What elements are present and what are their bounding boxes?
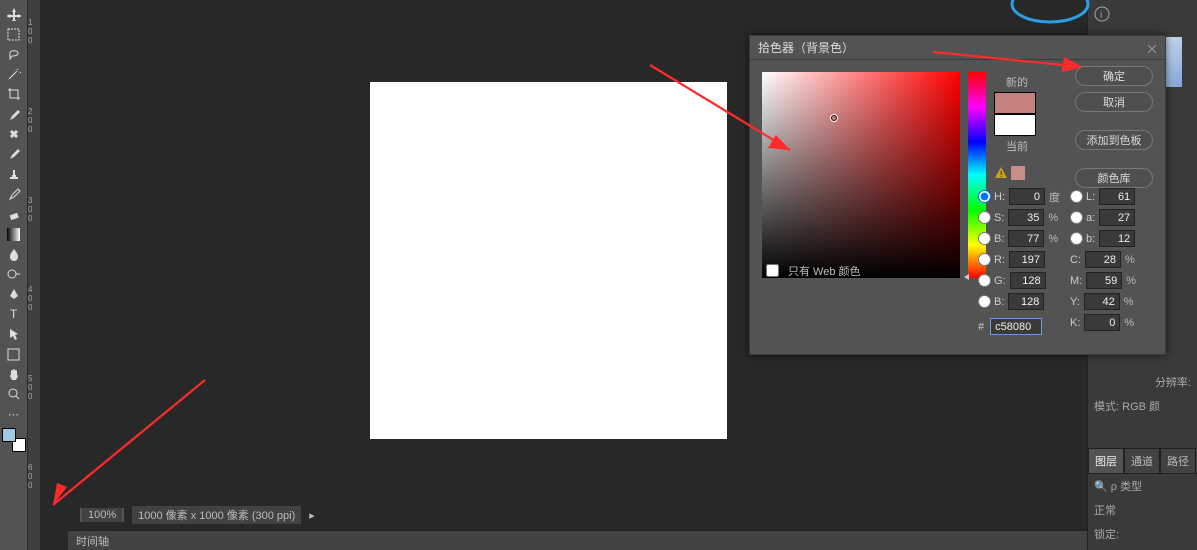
m-label: M: xyxy=(1070,275,1082,287)
document-canvas[interactable] xyxy=(370,82,727,439)
fg-swatch[interactable] xyxy=(2,428,16,442)
dodge-tool-icon[interactable] xyxy=(4,265,24,283)
tab-channels[interactable]: 通道 xyxy=(1124,448,1160,473)
k-input[interactable] xyxy=(1084,314,1120,331)
sv-picker-indicator xyxy=(830,114,838,122)
gradient-tool-icon[interactable] xyxy=(4,225,24,243)
tool-palette: T ⋯ xyxy=(0,0,28,550)
gamut-warning-icon[interactable]: ! xyxy=(994,166,1008,180)
web-only-checkbox[interactable]: 只有 Web 颜色 xyxy=(762,261,861,280)
l-radio[interactable]: L: xyxy=(1070,190,1095,203)
g-radio[interactable]: G: xyxy=(978,274,1006,287)
search-icon[interactable]: 🔍 xyxy=(1094,481,1108,493)
svg-text:!: ! xyxy=(1000,170,1002,179)
close-icon[interactable] xyxy=(1147,43,1157,53)
b-radio[interactable]: B: xyxy=(978,232,1004,245)
status-doc-info: 1000 像素 x 1000 像素 (300 ppi) xyxy=(132,506,301,524)
y-input[interactable] xyxy=(1084,293,1120,310)
status-bar: 100% 1000 像素 x 1000 像素 (300 ppi) ▸ xyxy=(80,506,315,524)
timeline-panel-tab[interactable]: 时间轴 xyxy=(68,530,1197,550)
c-label: C: xyxy=(1070,254,1081,266)
brush-tool-icon[interactable] xyxy=(4,145,24,163)
s-input[interactable] xyxy=(1008,209,1044,226)
a-radio[interactable]: a: xyxy=(1070,211,1095,224)
l-input[interactable] xyxy=(1099,188,1135,205)
info-icon[interactable]: i xyxy=(1094,6,1110,25)
ok-button[interactable]: 确定 xyxy=(1075,66,1153,86)
add-swatch-button[interactable]: 添加到色板 xyxy=(1075,130,1153,150)
m-input[interactable] xyxy=(1086,272,1122,289)
g-input[interactable] xyxy=(1010,272,1046,289)
new-label: 新的 xyxy=(994,74,1040,90)
hex-input[interactable] xyxy=(990,318,1042,335)
c-input[interactable] xyxy=(1085,251,1121,268)
svg-text:T: T xyxy=(10,307,18,321)
blur-tool-icon[interactable] xyxy=(4,245,24,263)
zoom-tool-icon[interactable] xyxy=(4,385,24,403)
status-chevron-icon[interactable]: ▸ xyxy=(309,509,315,522)
b2-input[interactable] xyxy=(1008,293,1044,310)
dialog-titlebar: 拾色器（背景色） xyxy=(750,36,1165,60)
r-radio[interactable]: R: xyxy=(978,253,1005,266)
type-tool-icon[interactable]: T xyxy=(4,305,24,323)
cancel-button[interactable]: 取消 xyxy=(1075,92,1153,112)
magic-wand-tool-icon[interactable] xyxy=(4,65,24,83)
y-label: Y: xyxy=(1070,296,1080,308)
hex-label: # xyxy=(978,321,984,333)
heal-tool-icon[interactable] xyxy=(4,125,24,143)
mode-row: 模式: RGB 颜 xyxy=(1088,394,1197,418)
zoom-level[interactable]: 100% xyxy=(80,508,124,522)
lab-b-radio[interactable]: b: xyxy=(1070,232,1095,245)
tab-paths[interactable]: 路径 xyxy=(1160,448,1196,473)
b2-radio[interactable]: B: xyxy=(978,295,1004,308)
k-label: K: xyxy=(1070,317,1080,329)
eyedropper-tool-icon[interactable] xyxy=(4,105,24,123)
a-input[interactable] xyxy=(1099,209,1135,226)
dialog-title: 拾色器（背景色） xyxy=(758,39,854,56)
fg-bg-swatch[interactable] xyxy=(2,428,26,452)
current-label: 当前 xyxy=(994,138,1040,154)
stamp-tool-icon[interactable] xyxy=(4,165,24,183)
path-select-tool-icon[interactable] xyxy=(4,325,24,343)
eraser-tool-icon[interactable] xyxy=(4,205,24,223)
saturation-value-field[interactable] xyxy=(762,72,960,278)
b-input[interactable] xyxy=(1008,230,1044,247)
more-tools-icon[interactable]: ⋯ xyxy=(4,405,24,423)
h-input[interactable] xyxy=(1009,188,1045,205)
r-input[interactable] xyxy=(1009,251,1045,268)
lasso-tool-icon[interactable] xyxy=(4,45,24,63)
lab-b-input[interactable] xyxy=(1099,230,1135,247)
new-color-swatch xyxy=(994,92,1036,114)
h-radio[interactable]: H: xyxy=(978,190,1005,203)
layer-kind[interactable]: ρ 类型 xyxy=(1111,481,1142,493)
crop-tool-icon[interactable] xyxy=(4,85,24,103)
lock-row: 锁定: xyxy=(1088,522,1197,546)
move-tool-icon[interactable] xyxy=(4,5,24,23)
tab-layers[interactable]: 图层 xyxy=(1088,448,1124,473)
history-brush-tool-icon[interactable] xyxy=(4,185,24,203)
marquee-tool-icon[interactable] xyxy=(4,25,24,43)
resolution-label: 分辨率: xyxy=(1088,370,1197,394)
vertical-ruler: 100200300400500600 xyxy=(28,0,40,550)
s-radio[interactable]: S: xyxy=(978,211,1004,224)
blend-mode[interactable]: 正常 xyxy=(1088,498,1197,522)
shape-tool-icon[interactable] xyxy=(4,345,24,363)
color-picker-dialog: 拾色器（背景色） 新的 当前 ! 确定 取消 添加到色板 颜色库 H:度 S:%… xyxy=(749,35,1166,355)
color-lib-button[interactable]: 颜色库 xyxy=(1075,168,1153,188)
svg-text:i: i xyxy=(1100,10,1102,21)
current-color-swatch[interactable] xyxy=(994,114,1036,136)
gamut-suggest-swatch[interactable] xyxy=(1011,166,1025,180)
pen-tool-icon[interactable] xyxy=(4,285,24,303)
hand-tool-icon[interactable] xyxy=(4,365,24,383)
